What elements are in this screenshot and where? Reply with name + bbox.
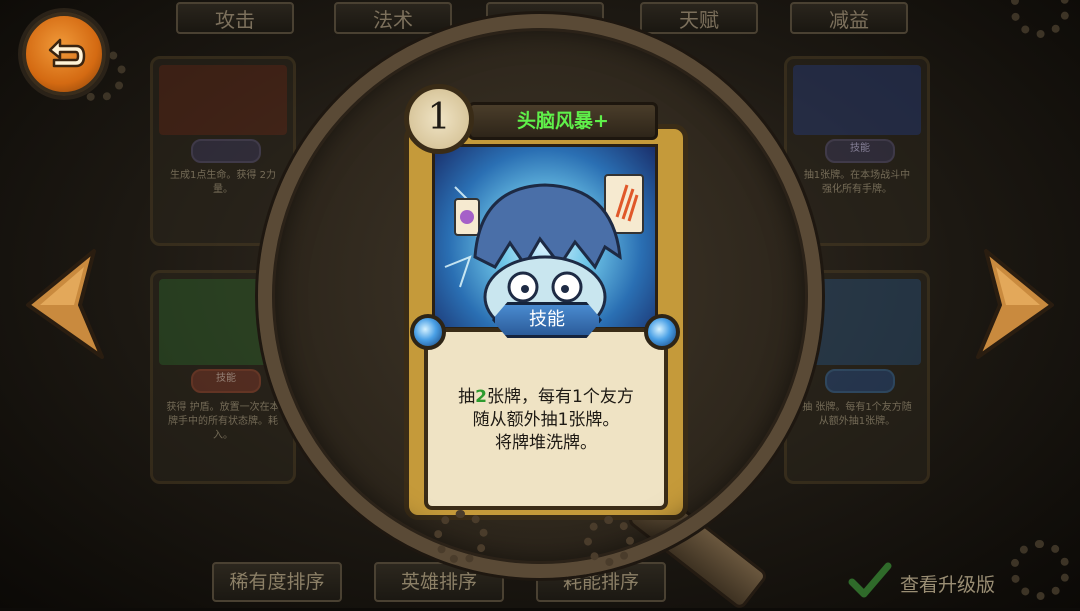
- back-arrow-icon: [48, 38, 86, 68]
- gear-icon: [434, 510, 488, 564]
- magnifier-ring: [258, 14, 822, 578]
- right-arrow-icon: [976, 249, 1054, 359]
- view-upgrade-label[interactable]: 查看升级版: [900, 570, 995, 597]
- gear-icon: [1010, 540, 1070, 600]
- card-description: 抽1张牌。在本场战斗中强化所有手牌。: [803, 170, 911, 195]
- card-description: 生成1点生命。获得 2力量。: [170, 170, 276, 195]
- card-description: 抽 张牌。每有1个友方随从额外抽1张牌。: [802, 402, 912, 427]
- card-type-badge: [191, 139, 261, 163]
- card-art: [793, 65, 921, 135]
- prev-page-button[interactable]: [22, 245, 108, 363]
- tab-spell[interactable]: 法术: [334, 2, 452, 34]
- tab-debuff[interactable]: 减益: [790, 2, 908, 34]
- card-type-badge: [825, 369, 895, 393]
- checkmark-icon[interactable]: [848, 560, 892, 600]
- left-arrow-icon: [26, 249, 104, 359]
- sort-rarity-button[interactable]: 稀有度排序: [212, 562, 342, 602]
- card-art: [159, 65, 287, 135]
- tab-talent[interactable]: 天赋: [640, 2, 758, 34]
- next-page-button[interactable]: [972, 245, 1058, 363]
- tab-attack[interactable]: 攻击: [176, 2, 294, 34]
- card-type-badge: 技能: [191, 369, 261, 393]
- card-type-badge: 技能: [825, 139, 895, 163]
- back-button[interactable]: [22, 12, 106, 96]
- gear-icon: [584, 516, 634, 566]
- card-description: 获得 护盾。放置一次在本牌手中的所有状态牌。耗入。: [166, 402, 280, 441]
